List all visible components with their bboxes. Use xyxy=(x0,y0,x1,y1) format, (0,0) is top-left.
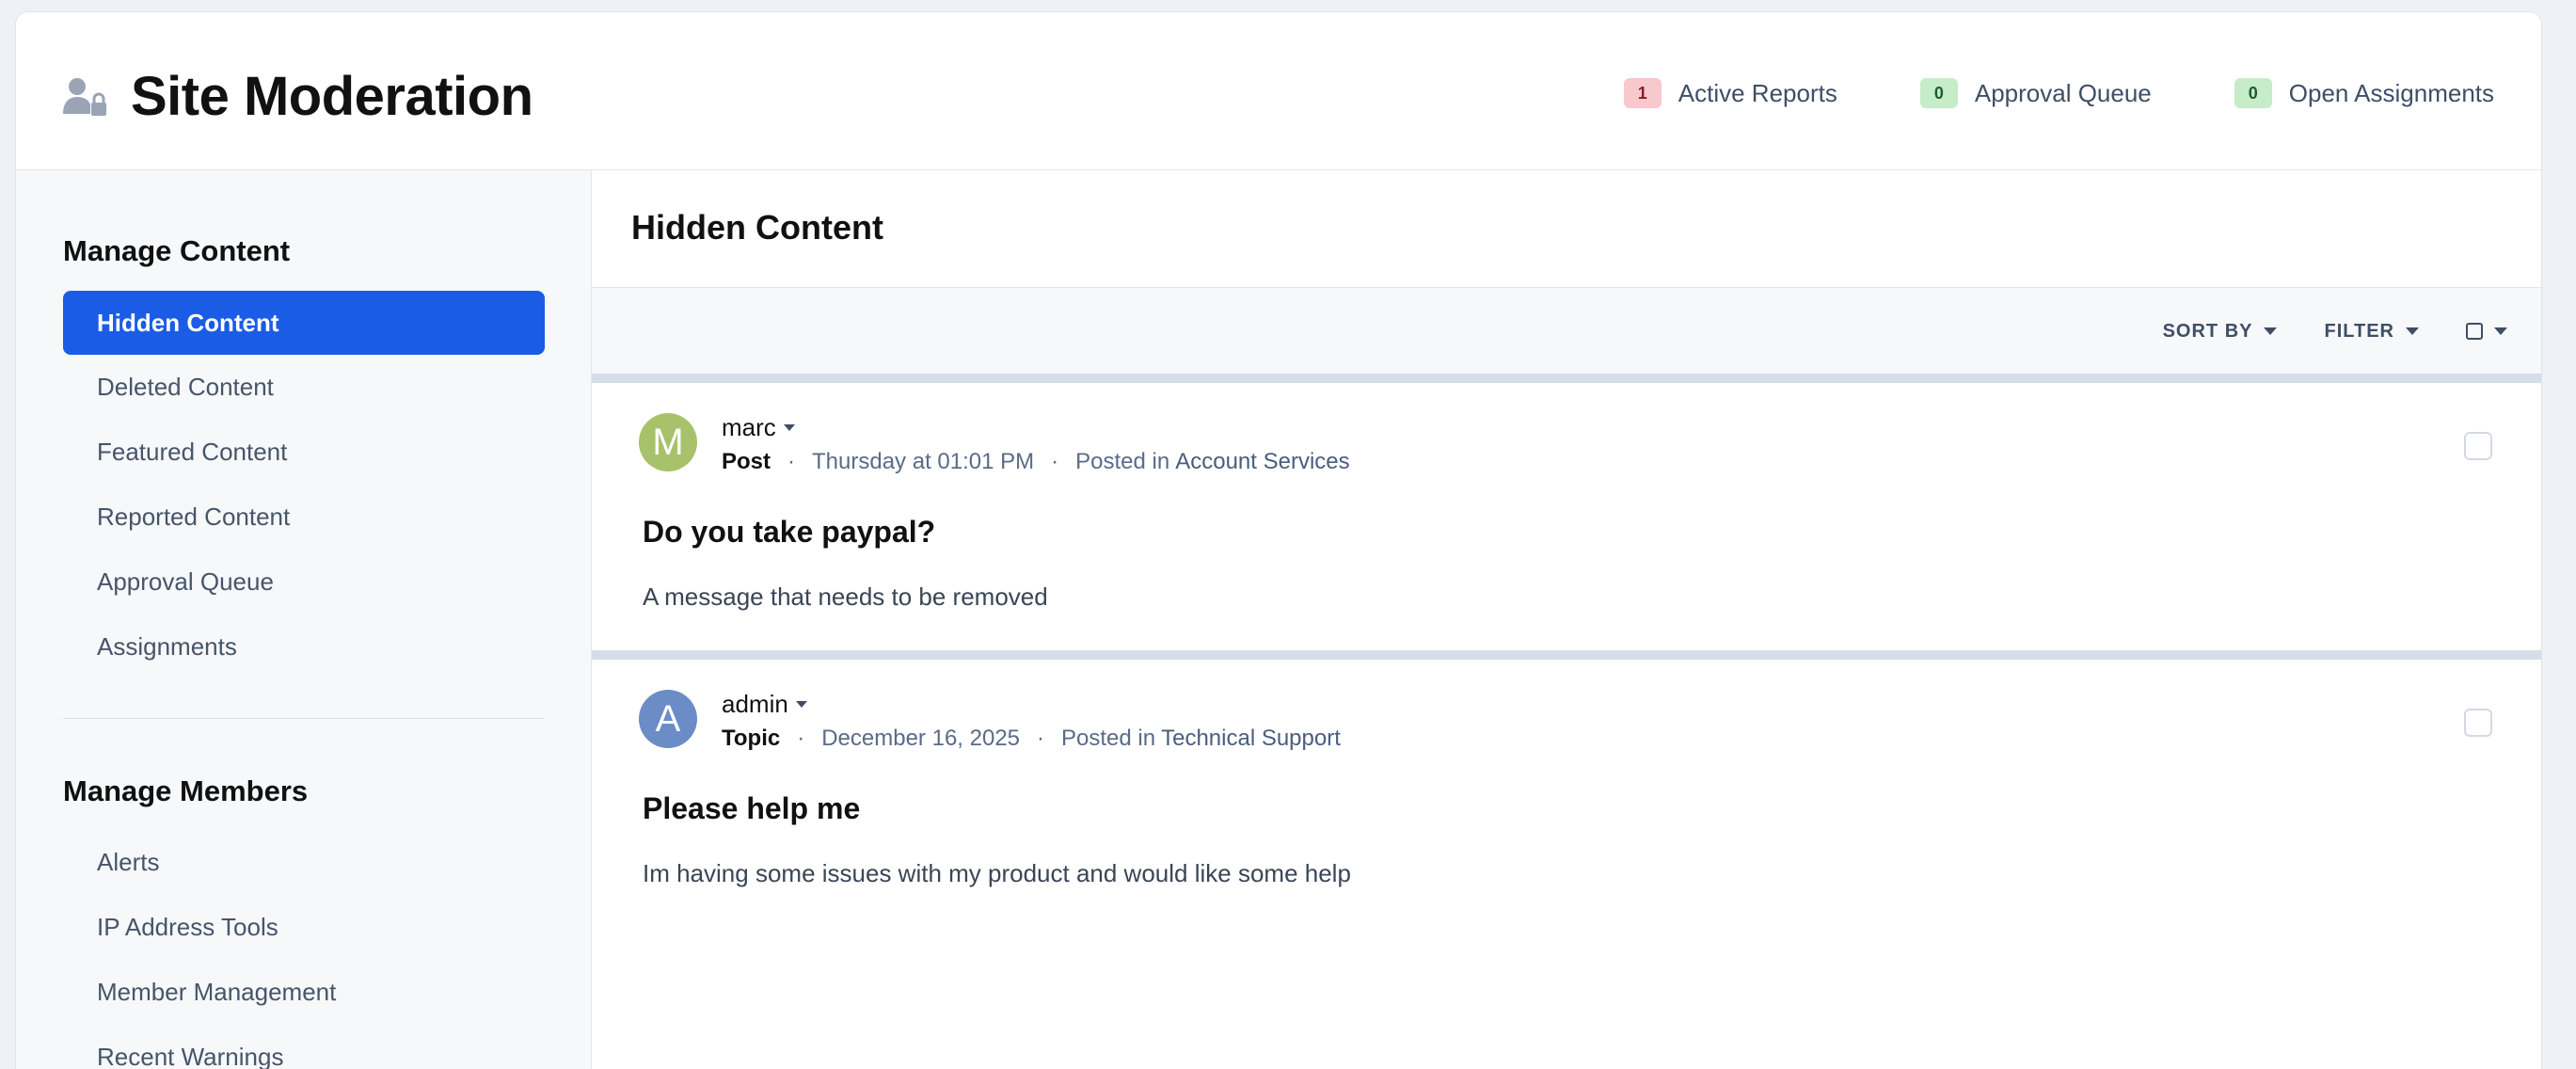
sidebar-item-hidden-content[interactable]: Hidden Content xyxy=(63,291,545,355)
item-select-checkbox[interactable] xyxy=(2464,432,2492,460)
toolbar-actions: SORT BY FILTER xyxy=(2116,288,2507,375)
sidebar-item-ip-address-tools[interactable]: IP Address Tools xyxy=(63,895,545,959)
post-title[interactable]: Do you take paypal? xyxy=(643,515,935,550)
count-badge: 0 xyxy=(2234,78,2272,108)
sidebar-item-approval-queue[interactable]: Approval Queue xyxy=(63,550,545,614)
sidebar-item-deleted-content[interactable]: Deleted Content xyxy=(63,355,545,419)
section-title-manage-content: Manage Content xyxy=(63,234,291,267)
stat-label: Active Reports xyxy=(1678,78,1837,107)
select-all-checkbox-icon xyxy=(2466,323,2483,340)
list-item: M marc Post · Thursday at 01:01 PM · Pos… xyxy=(592,383,2541,650)
posted-in-prefix: Posted in xyxy=(1075,449,1170,474)
stat-open-assignments[interactable]: 0 Open Assignments xyxy=(2234,78,2494,108)
count-badge: 1 xyxy=(1623,78,1662,108)
list-item: A admin Topic · December 16, 2025 · Post… xyxy=(592,660,2541,927)
main-content: Hidden Content SORT BY FILTER M marc Pos… xyxy=(592,170,2541,1069)
page-title: Site Moderation xyxy=(131,66,533,127)
avatar[interactable]: M xyxy=(639,413,697,471)
sidebar: Manage Content Hidden Content Deleted Co… xyxy=(16,170,592,1069)
title-group: Site Moderation xyxy=(63,65,533,128)
post-body: A message that needs to be removed xyxy=(643,582,1048,611)
forum-link[interactable]: Account Services xyxy=(1175,449,1349,475)
sidebar-divider xyxy=(63,718,545,719)
forum-link[interactable]: Technical Support xyxy=(1161,726,1341,752)
sidebar-item-recent-warnings[interactable]: Recent Warnings xyxy=(63,1025,545,1069)
stat-label: Open Assignments xyxy=(2288,78,2494,107)
chevron-down-icon xyxy=(795,701,807,708)
content-title: Hidden Content xyxy=(631,208,883,247)
sort-by-button[interactable]: SORT BY xyxy=(2163,321,2278,343)
sort-by-label: SORT BY xyxy=(2162,320,2253,342)
post-body: Im having some issues with my product an… xyxy=(643,859,1351,887)
meta-separator: · xyxy=(797,726,805,751)
content-toolbar: SORT BY FILTER xyxy=(592,287,2541,374)
post-date[interactable]: Thursday at 01:01 PM xyxy=(812,449,1034,475)
chevron-down-icon xyxy=(783,424,795,431)
chevron-down-icon xyxy=(2264,327,2278,335)
meta-separator: · xyxy=(787,449,796,474)
moderation-panel: Site Moderation 1 Active Reports 0 Appro… xyxy=(15,11,2542,1069)
posted-in-prefix: Posted in xyxy=(1061,726,1156,751)
list-separator xyxy=(592,374,2541,383)
post-meta: Post · Thursday at 01:01 PM · Posted in … xyxy=(722,449,1350,475)
author-menu[interactable]: admin xyxy=(722,690,807,719)
author-menu[interactable]: marc xyxy=(722,413,795,442)
meta-separator: · xyxy=(1037,726,1045,751)
moderator-icon xyxy=(63,77,106,116)
chevron-down-icon xyxy=(2494,327,2507,335)
post-date[interactable]: December 16, 2025 xyxy=(821,726,1020,752)
post-meta: Topic · December 16, 2025 · Posted in Te… xyxy=(722,726,1341,752)
bulk-select-menu[interactable] xyxy=(2466,323,2507,340)
count-badge: 0 xyxy=(1919,78,1958,108)
stat-label: Approval Queue xyxy=(1974,78,2152,107)
item-select-checkbox[interactable] xyxy=(2464,709,2492,737)
sidebar-item-featured-content[interactable]: Featured Content xyxy=(63,420,545,484)
avatar[interactable]: A xyxy=(639,690,697,748)
list-separator xyxy=(592,650,2541,660)
filter-label: FILTER xyxy=(2324,320,2394,342)
sidebar-item-member-management[interactable]: Member Management xyxy=(63,960,545,1024)
stat-approval-queue[interactable]: 0 Approval Queue xyxy=(1919,78,2152,108)
meta-separator: · xyxy=(1051,449,1059,474)
section-title-manage-members: Manage Members xyxy=(63,774,309,807)
sidebar-item-reported-content[interactable]: Reported Content xyxy=(63,485,545,549)
post-title[interactable]: Please help me xyxy=(643,791,860,826)
chevron-down-icon xyxy=(2406,327,2419,335)
filter-button[interactable]: FILTER xyxy=(2324,321,2419,343)
author-name: admin xyxy=(722,690,788,718)
stat-active-reports[interactable]: 1 Active Reports xyxy=(1623,78,1837,108)
sidebar-item-assignments[interactable]: Assignments xyxy=(63,614,545,678)
content-type: Topic xyxy=(722,726,781,751)
page-header: Site Moderation 1 Active Reports 0 Appro… xyxy=(16,12,2541,170)
content-type: Post xyxy=(722,449,771,474)
sidebar-item-alerts[interactable]: Alerts xyxy=(63,830,545,894)
moderation-stats: 1 Active Reports 0 Approval Queue 0 Open… xyxy=(1541,78,2494,108)
author-name: marc xyxy=(722,413,776,441)
